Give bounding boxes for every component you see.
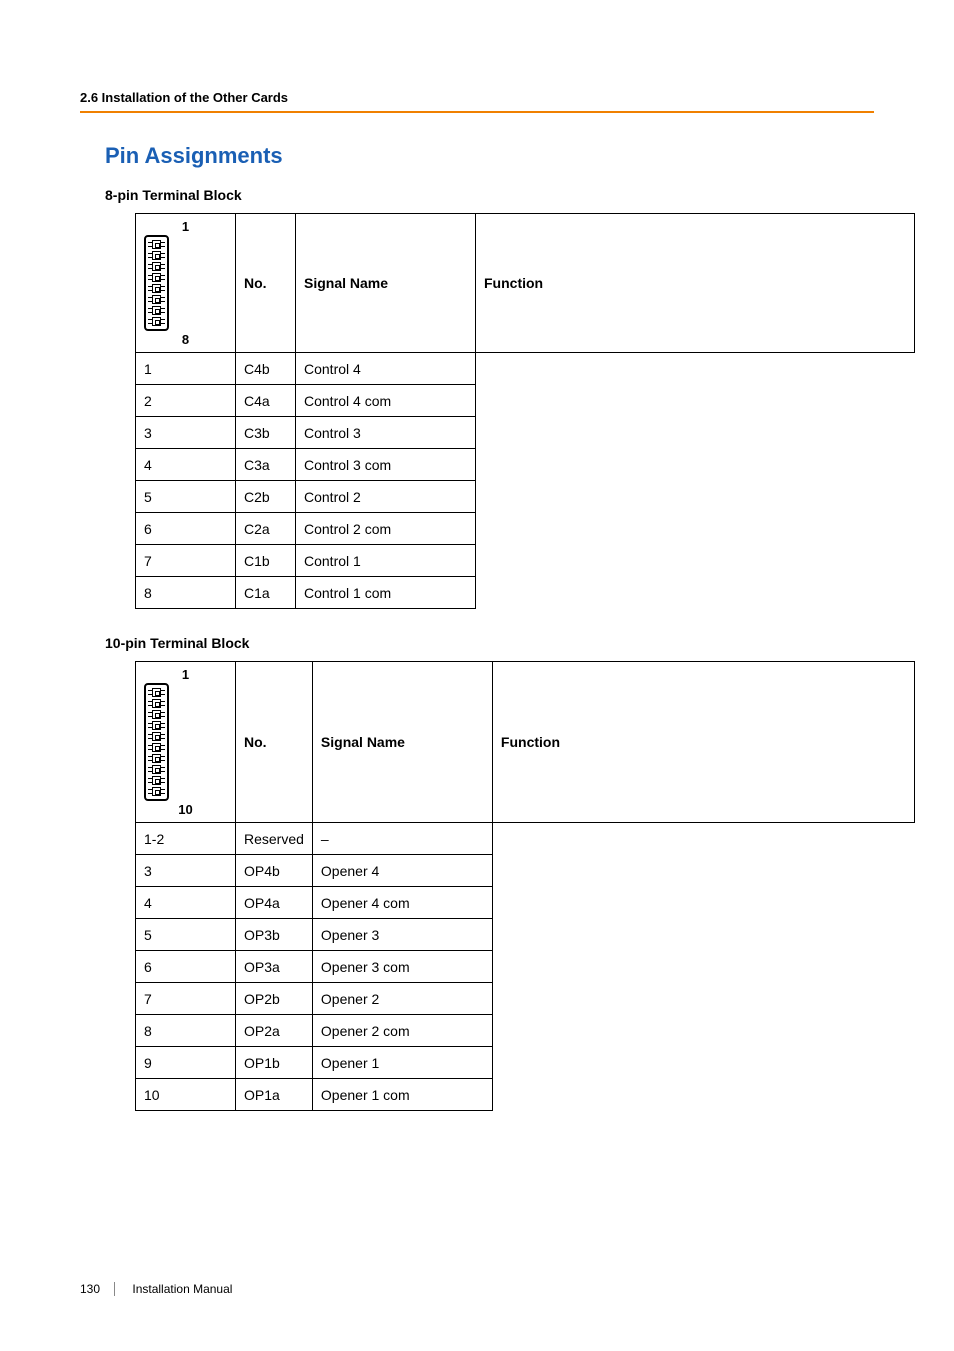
col-no: No. — [236, 214, 296, 353]
cell-no: 2 — [136, 385, 236, 417]
page-footer: 130 Installation Manual — [80, 1282, 232, 1296]
terminal-block-icon — [144, 683, 169, 801]
terminal-block-icon — [144, 235, 169, 331]
cell-signal: OP3a — [236, 951, 313, 983]
cell-no: 3 — [136, 855, 236, 887]
connector-bottom-label: 10 — [144, 803, 227, 816]
cell-no: 7 — [136, 983, 236, 1015]
pin-assignments-title: Pin Assignments — [105, 143, 874, 169]
cell-function: – — [312, 823, 492, 855]
cell-no: 3 — [136, 417, 236, 449]
cell-signal: OP1b — [236, 1047, 313, 1079]
table1-caption: 8-pin Terminal Block — [105, 187, 874, 203]
cell-signal: OP4a — [236, 887, 313, 919]
cell-signal: OP3b — [236, 919, 313, 951]
cell-function: Control 2 com — [296, 513, 476, 545]
cell-function: Control 1 com — [296, 577, 476, 609]
table-row: 9OP1bOpener 1 — [136, 1047, 915, 1079]
col-function: Function — [492, 662, 914, 823]
connector-top-label: 1 — [144, 668, 227, 681]
col-function: Function — [476, 214, 915, 353]
page-number: 130 — [80, 1282, 115, 1296]
table-row: 10OP1aOpener 1 com — [136, 1079, 915, 1111]
table-row: 2C4aControl 4 com — [136, 385, 915, 417]
cell-signal: OP2b — [236, 983, 313, 1015]
doc-title: Installation Manual — [132, 1282, 232, 1296]
cell-function: Opener 2 com — [312, 1015, 492, 1047]
cell-function: Control 4 com — [296, 385, 476, 417]
connector-bottom-label: 8 — [144, 333, 227, 346]
table-header-row: 1 10 No. Signal Name Function — [136, 662, 915, 823]
page-header: 2.6 Installation of the Other Cards — [80, 90, 874, 113]
table-row: 4OP4aOpener 4 com — [136, 887, 915, 919]
connector-top-label: 1 — [144, 220, 227, 233]
col-signal: Signal Name — [296, 214, 476, 353]
table-row: 5OP3bOpener 3 — [136, 919, 915, 951]
table-row: 3OP4bOpener 4 — [136, 855, 915, 887]
cell-signal: C1a — [236, 577, 296, 609]
table-row: 1C4bControl 4 — [136, 353, 915, 385]
table-header-row: 18 No. Signal Name Function — [136, 214, 915, 353]
table-row: 6OP3aOpener 3 com — [136, 951, 915, 983]
cell-no: 7 — [136, 545, 236, 577]
table-row: 8OP2aOpener 2 com — [136, 1015, 915, 1047]
cell-function: Control 1 — [296, 545, 476, 577]
cell-signal: C1b — [236, 545, 296, 577]
cell-signal: C2a — [236, 513, 296, 545]
cell-no: 5 — [136, 481, 236, 513]
cell-function: Control 4 — [296, 353, 476, 385]
cell-no: 6 — [136, 951, 236, 983]
cell-no: 1 — [136, 353, 236, 385]
table-10pin: 1 10 No. Signal Name Function 1-2Reserved… — [135, 661, 915, 1111]
cell-function: Opener 3 com — [312, 951, 492, 983]
table-8pin: 18 No. Signal Name Function 1C4bControl … — [135, 213, 915, 609]
table2-connector-cell: 1 10 — [136, 662, 236, 823]
table-row: 8C1aControl 1 com — [136, 577, 915, 609]
cell-function: Control 3 — [296, 417, 476, 449]
col-no: No. — [236, 662, 313, 823]
cell-signal: OP1a — [236, 1079, 313, 1111]
table-row: 7C1bControl 1 — [136, 545, 915, 577]
cell-function: Opener 2 — [312, 983, 492, 1015]
cell-function: Control 2 — [296, 481, 476, 513]
cell-no: 4 — [136, 449, 236, 481]
cell-no: 10 — [136, 1079, 236, 1111]
header-section-text: 2.6 Installation of the Other Cards — [80, 90, 288, 105]
cell-signal: Reserved — [236, 823, 313, 855]
cell-no: 6 — [136, 513, 236, 545]
cell-signal: OP4b — [236, 855, 313, 887]
table-row: 3C3bControl 3 — [136, 417, 915, 449]
cell-no: 1-2 — [136, 823, 236, 855]
table1-connector-cell: 18 — [136, 214, 236, 353]
cell-function: Control 3 com — [296, 449, 476, 481]
cell-function: Opener 4 com — [312, 887, 492, 919]
cell-signal: OP2a — [236, 1015, 313, 1047]
cell-no: 9 — [136, 1047, 236, 1079]
table-row: 4C3aControl 3 com — [136, 449, 915, 481]
cell-function: Opener 3 — [312, 919, 492, 951]
table-row: 6C2aControl 2 com — [136, 513, 915, 545]
col-signal: Signal Name — [312, 662, 492, 823]
cell-function: Opener 1 com — [312, 1079, 492, 1111]
table2-caption: 10-pin Terminal Block — [105, 635, 874, 651]
table-row: 5C2bControl 2 — [136, 481, 915, 513]
table-row: 7OP2bOpener 2 — [136, 983, 915, 1015]
cell-no: 8 — [136, 577, 236, 609]
table-row: 1-2Reserved– — [136, 823, 915, 855]
cell-signal: C3a — [236, 449, 296, 481]
cell-no: 4 — [136, 887, 236, 919]
cell-signal: C4a — [236, 385, 296, 417]
cell-function: Opener 1 — [312, 1047, 492, 1079]
cell-signal: C3b — [236, 417, 296, 449]
cell-function: Opener 4 — [312, 855, 492, 887]
cell-signal: C4b — [236, 353, 296, 385]
cell-no: 8 — [136, 1015, 236, 1047]
cell-no: 5 — [136, 919, 236, 951]
cell-signal: C2b — [236, 481, 296, 513]
